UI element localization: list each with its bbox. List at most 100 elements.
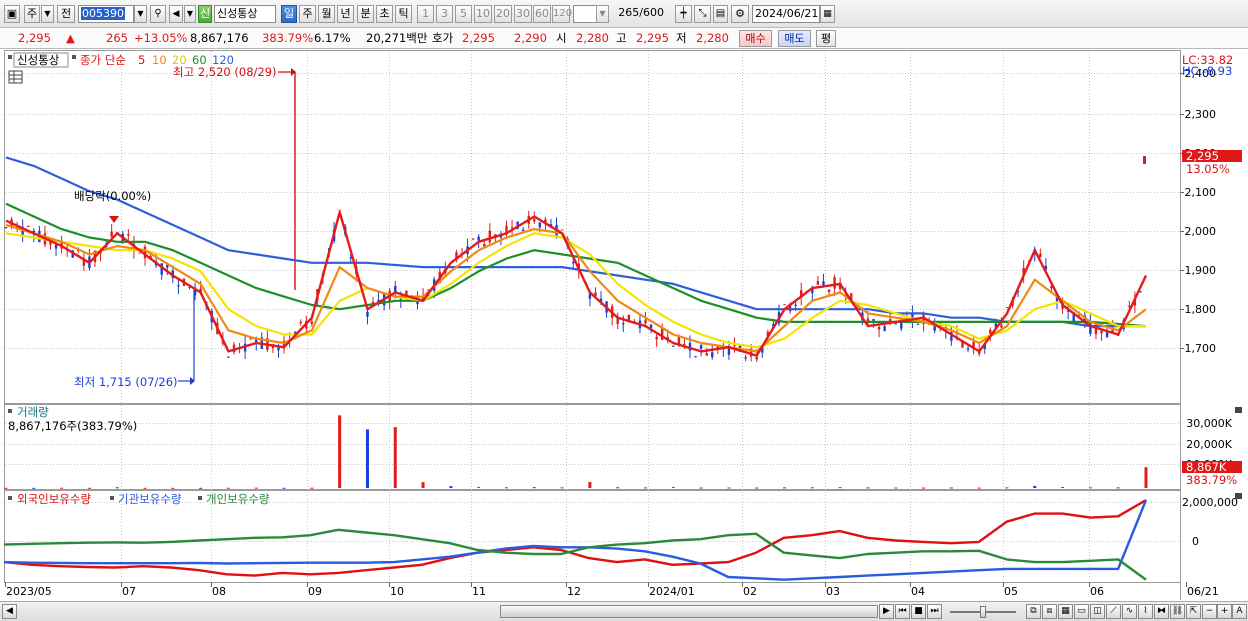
candle-body	[54, 244, 58, 249]
table-icon[interactable]	[8, 70, 23, 84]
candle-body	[755, 356, 758, 360]
volume-bar	[1005, 487, 1009, 489]
calendar-icon[interactable]: ▦	[820, 5, 835, 23]
speaker-icon[interactable]: ◀	[169, 5, 183, 23]
link-icon[interactable]: ⛓	[1170, 604, 1185, 619]
interval-week[interactable]: 주	[299, 5, 316, 23]
turnover-rate: 6.17%	[314, 31, 351, 45]
high-price: 2,295	[636, 31, 669, 45]
interval-second[interactable]: 초	[376, 5, 393, 23]
bottom-scrollbar: ◀ ▶ ⏮ ■ ⏭ ⧉ ⧈ ▦ ▭ ◫ ⟋ ∿ ⌇ ⧓ ⛓ ⇱ − + A	[0, 601, 1248, 621]
trend-icon[interactable]: ⟋	[1106, 604, 1121, 619]
grid-layout-icon[interactable]: ▦	[1058, 604, 1073, 619]
scroll-left-icon[interactable]: ◀	[2, 604, 17, 619]
volume-bar	[1116, 487, 1120, 489]
candle-body	[27, 225, 30, 227]
indicator-icon[interactable]: ∿	[1122, 604, 1137, 619]
search-icon[interactable]: ⚲	[150, 5, 166, 23]
stock-name-field: 신성통상	[214, 5, 276, 23]
code-dropdown-icon[interactable]: ▼	[134, 5, 147, 23]
period-dropdown-icon[interactable]: ▼	[41, 5, 54, 23]
candle-body	[683, 343, 686, 345]
holding-tick-label: 2,000,000	[1182, 496, 1238, 509]
volume-value: 8,867,176	[190, 31, 249, 45]
low-annotation: 최저 1,715 (07/26)	[74, 375, 178, 389]
candle-body	[894, 323, 897, 325]
candle-body	[1005, 307, 1009, 309]
quick-count-120[interactable]: 120	[552, 5, 572, 23]
chart-canvas[interactable]: 2,4002,3002,2002,1002,0001,9001,8001,700…	[0, 50, 1248, 601]
analysis-icon[interactable]: ⌇	[1138, 604, 1153, 619]
date-field[interactable]: 2024/06/21	[752, 5, 820, 23]
scroll-thumb[interactable]	[500, 605, 878, 618]
first-page-icon[interactable]: ⏮	[895, 604, 910, 619]
quick-count-20[interactable]: 20	[494, 5, 512, 23]
candle-body	[744, 357, 747, 359]
quick-count-30[interactable]: 30	[514, 5, 532, 23]
quick-count-3[interactable]: 3	[436, 5, 453, 23]
quick-count-10[interactable]: 10	[474, 5, 492, 23]
eval-button[interactable]: 평	[816, 30, 836, 47]
pointer-icon[interactable]: ⇱	[1186, 604, 1201, 619]
legend-ma10: 10	[152, 53, 167, 67]
legend-foreign: 외국인보유수량	[17, 492, 91, 506]
legend-marker	[8, 55, 12, 59]
trade-amount: 20,271백만	[366, 31, 428, 45]
interval-day[interactable]: 일	[281, 5, 297, 23]
dividend-marker-icon	[109, 216, 119, 223]
draw-tool-icon[interactable]: ⤡	[694, 5, 711, 23]
pane-collapse-icon[interactable]	[1235, 407, 1242, 413]
last-page-icon[interactable]: ⏭	[927, 604, 942, 619]
settings-gear-icon[interactable]: ⚙	[731, 5, 749, 23]
candle-body	[833, 277, 836, 289]
legend-stock: 신성통상	[17, 53, 60, 67]
candle-body	[227, 356, 230, 358]
x-tick-label: 08	[212, 585, 226, 598]
font-size-icon[interactable]: A	[1232, 604, 1247, 619]
volume-bar	[282, 487, 286, 489]
chart-type-icon[interactable]: ⧓	[1154, 604, 1169, 619]
screen-icon[interactable]: ▭	[1074, 604, 1089, 619]
buy-button[interactable]: 매수	[739, 30, 772, 47]
interval-minute[interactable]: 분	[357, 5, 374, 23]
zoom-out-icon[interactable]: −	[1202, 604, 1217, 619]
custom-count-dropdown-icon[interactable]: ▼	[596, 5, 609, 23]
scroll-right-icon[interactable]: ▶	[879, 604, 894, 619]
quick-count-5[interactable]: 5	[455, 5, 472, 23]
interval-tick[interactable]: 틱	[395, 5, 412, 23]
candle-type-icon[interactable]: ┿	[675, 5, 692, 23]
save-icon[interactable]: ▤	[713, 5, 728, 23]
current-candle	[1143, 156, 1146, 164]
interval-month[interactable]: 월	[318, 5, 335, 23]
volume-bar	[477, 487, 481, 489]
compare-icon[interactable]: ⧈	[1042, 604, 1057, 619]
volume-bars	[4, 415, 1148, 489]
quick-count-1[interactable]: 1	[417, 5, 434, 23]
period-button[interactable]: 주	[24, 5, 40, 23]
prev-button[interactable]: 전	[57, 5, 75, 23]
interval-year[interactable]: 년	[337, 5, 354, 23]
quick-count-60[interactable]: 60	[533, 5, 551, 23]
candle-body	[249, 338, 252, 340]
volume-bar	[727, 487, 731, 489]
split-icon[interactable]: ◫	[1090, 604, 1105, 619]
stock-code-input[interactable]: 005390	[78, 5, 134, 23]
display-count[interactable]: 265/600	[614, 5, 666, 23]
sell-button[interactable]: 매도	[778, 30, 811, 47]
volume-bar	[810, 487, 814, 489]
x-axis-ticks: 2023/05 07 08 09 10 11 12 2024/01 02 03 04 05 06 06/2…	[5, 582, 1219, 598]
window-icon[interactable]: ▣	[4, 5, 20, 23]
volume-bar	[504, 487, 508, 489]
candle-body	[177, 285, 180, 287]
volume-bar	[755, 487, 759, 489]
zoom-slider-handle[interactable]	[980, 606, 986, 618]
stop-icon[interactable]: ■	[911, 604, 926, 619]
pane-collapse-icon[interactable]	[1235, 493, 1242, 499]
speaker-dropdown-icon[interactable]: ▼	[184, 5, 196, 23]
ask-price: 2,295	[462, 31, 495, 45]
layout-icon[interactable]: ⧉	[1026, 604, 1041, 619]
zoom-in-icon[interactable]: +	[1217, 604, 1232, 619]
volume-bar	[560, 487, 564, 489]
open-label: 시	[556, 31, 567, 45]
x-tick-label: 11	[472, 585, 486, 598]
